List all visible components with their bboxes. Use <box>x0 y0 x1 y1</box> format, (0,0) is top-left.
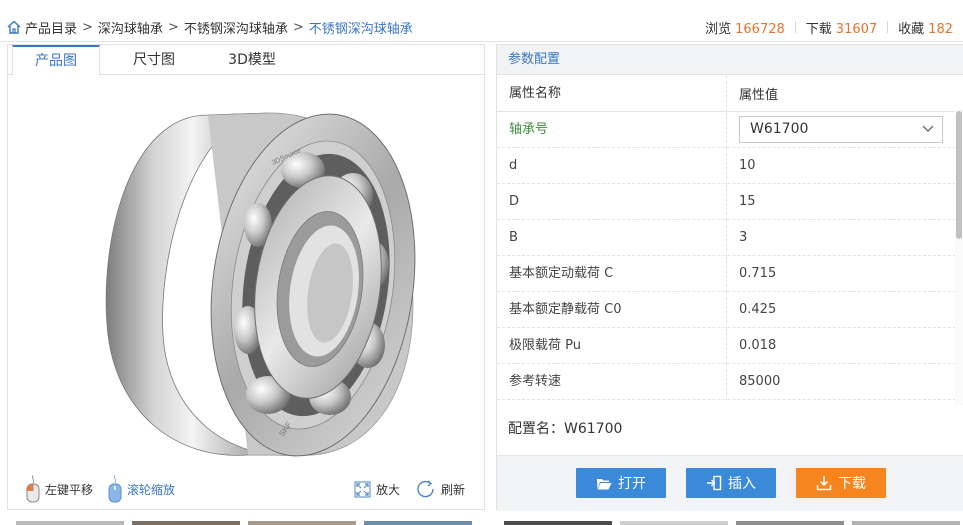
params-header-row: 属性名称 属性值 <box>497 75 956 112</box>
downloads-label: 下载 <box>805 21 832 37</box>
param-value: 0.425 <box>739 302 777 317</box>
zoom-wheel-label: 滚轮缩放 <box>127 482 176 497</box>
params-table: 属性名称 属性值 轴承号 W61700 d 10 D 15 B 3 基本额定动载… <box>497 75 956 400</box>
breadcrumb-item-catalog[interactable]: 产品目录 <box>25 18 77 37</box>
views-stat: 浏览 166728 <box>705 18 795 37</box>
bearing-no-value: W61700 <box>750 121 809 137</box>
zoom-wheel-hint: 滚轮缩放 <box>108 475 176 503</box>
mouse-left-icon <box>26 475 40 503</box>
stats-bar: 浏览 166728 下载 31607 收藏 182 <box>695 17 963 37</box>
related-thumbnail[interactable] <box>620 521 728 525</box>
favorites-count: 182 <box>928 21 953 37</box>
mouse-wheel-icon <box>108 475 122 503</box>
insert-button[interactable]: 插入 <box>686 468 776 498</box>
breadcrumb-item-stainless[interactable]: 不锈钢深沟球轴承 <box>184 18 288 37</box>
open-label: 打开 <box>618 476 646 492</box>
bearing-no-label: 轴承号 <box>497 111 727 148</box>
downloads-count: 31607 <box>835 21 878 37</box>
pan-hint: 左键平移 <box>26 475 94 503</box>
related-thumbnail[interactable] <box>504 521 612 525</box>
download-label: 下载 <box>838 476 866 492</box>
refresh-icon <box>417 480 434 498</box>
param-name: 基本额定静载荷 C0 <box>497 291 727 328</box>
breadcrumb: 产品目录 > 深沟球轴承 > 不锈钢深沟球轴承 > 不锈钢深沟球轴承 <box>6 17 413 37</box>
top-bar: 产品目录 > 深沟球轴承 > 不锈钢深沟球轴承 > 不锈钢深沟球轴承 浏览 166… <box>0 0 963 42</box>
tab-product-image[interactable]: 产品图 <box>12 45 100 76</box>
tab-3d-model[interactable]: 3D模型 <box>208 45 296 75</box>
param-name: d <box>497 147 727 184</box>
param-name: 参考转速 <box>497 363 727 400</box>
param-name: D <box>497 183 727 220</box>
open-button[interactable]: 打开 <box>576 468 666 498</box>
refresh-label: 刷新 <box>441 482 466 497</box>
chevron-down-icon <box>922 125 934 132</box>
param-value: 3 <box>739 230 748 245</box>
related-thumbnail[interactable] <box>852 521 960 525</box>
stat-divider <box>887 21 889 33</box>
param-value: 0.715 <box>739 266 777 281</box>
breadcrumb-separator: > <box>292 19 304 35</box>
insert-icon <box>707 475 722 491</box>
enlarge-label: 放大 <box>376 482 401 497</box>
favorites-stat[interactable]: 收藏 182 <box>898 18 963 37</box>
bearing-3d-view[interactable]: 3DSource SKF <box>68 75 428 470</box>
folder-open-icon <box>597 478 612 489</box>
param-row: d 10 <box>497 147 956 184</box>
download-icon <box>816 476 832 491</box>
param-row: B 3 <box>497 219 956 256</box>
refresh-button[interactable]: 刷新 <box>416 478 465 500</box>
related-thumbnail[interactable] <box>736 521 844 525</box>
views-count: 166728 <box>735 21 785 37</box>
param-value: 85000 <box>739 374 781 389</box>
param-row: D 15 <box>497 183 956 220</box>
viewer-controls: 左键平移 滚轮缩放 放大 刷新 <box>8 470 484 510</box>
param-row: 极限载荷 Pu 0.018 <box>497 327 956 364</box>
param-value: 10 <box>739 158 756 173</box>
stat-divider <box>794 21 796 33</box>
param-row: 参考转速 85000 <box>497 363 956 400</box>
params-scrollbar-thumb[interactable] <box>956 111 962 239</box>
pan-label: 左键平移 <box>45 482 94 497</box>
favorites-label: 收藏 <box>898 21 925 37</box>
param-value: 0.018 <box>739 338 777 353</box>
breadcrumb-separator: > <box>82 19 93 35</box>
viewer-tabs: 产品图 尺寸图 3D模型 <box>8 45 484 76</box>
related-thumbnail[interactable] <box>248 521 356 525</box>
param-name: 基本额定动载荷 C <box>497 255 727 292</box>
param-value: 15 <box>739 194 756 209</box>
views-label: 浏览 <box>705 21 732 37</box>
downloads-stat: 下载 31607 <box>806 18 887 37</box>
tab-dimension-drawing[interactable]: 尺寸图 <box>110 45 198 75</box>
related-thumbnail[interactable] <box>132 521 240 525</box>
bearing-no-select[interactable]: W61700 <box>739 116 943 143</box>
params-panel: 参数配置 属性名称 属性值 轴承号 W61700 d 10 D 15 B 3 基… <box>496 44 963 511</box>
header-value: 属性值 <box>739 88 779 103</box>
fullscreen-icon <box>354 481 371 497</box>
param-name: 极限载荷 Pu <box>497 327 727 364</box>
breadcrumb-separator: > <box>167 19 179 35</box>
breadcrumb-current: 不锈钢深沟球轴承 <box>308 21 413 37</box>
download-button[interactable]: 下载 <box>796 468 886 498</box>
action-bar: 打开 插入 下载 <box>497 455 963 511</box>
home-icon[interactable] <box>6 19 22 35</box>
insert-label: 插入 <box>728 476 756 492</box>
related-products-strip <box>0 518 963 525</box>
breadcrumb-item-deep-groove[interactable]: 深沟球轴承 <box>98 18 163 37</box>
product-viewer-panel: 产品图 尺寸图 3D模型 3DSource SKF 左键平移 滚轮缩放 放大 刷… <box>7 44 485 510</box>
params-title: 参数配置 <box>497 45 963 75</box>
related-thumbnail[interactable] <box>364 521 472 525</box>
config-name: 配置名：W61700 <box>508 421 623 437</box>
enlarge-button[interactable]: 放大 <box>354 478 400 500</box>
bearing-no-row: 轴承号 W61700 <box>497 111 956 148</box>
related-thumbnail[interactable] <box>16 521 124 525</box>
param-row: 基本额定动载荷 C 0.715 <box>497 255 956 292</box>
header-name: 属性名称 <box>497 75 727 112</box>
param-name: B <box>497 219 727 256</box>
param-row: 基本额定静载荷 C0 0.425 <box>497 291 956 328</box>
